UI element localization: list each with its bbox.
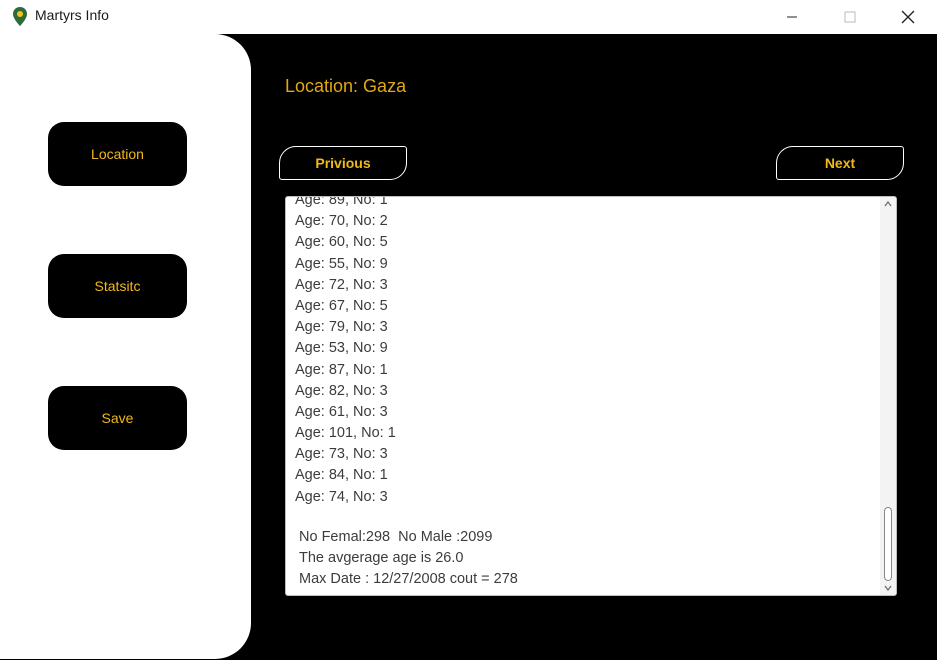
minimize-icon (787, 16, 797, 18)
age-list: Age: 89, No: 1 Age: 70, No: 2 Age: 60, N… (295, 197, 396, 508)
list-item: Age: 87, No: 1 (295, 361, 388, 378)
map-pin-icon (13, 7, 27, 26)
close-icon (901, 10, 915, 24)
next-button[interactable]: Next (776, 146, 904, 180)
list-item: Age: 73, No: 3 (295, 446, 388, 463)
main-content: Location Statsitc Save Location: Gaza Pr… (0, 34, 937, 660)
scroll-up-button[interactable] (880, 197, 896, 211)
gender-count-text: No Femal:298 No Male :2099 (299, 529, 493, 545)
close-button[interactable] (879, 0, 937, 34)
list-item: Age: 61, No: 3 (295, 403, 388, 420)
maximize-button[interactable] (821, 0, 879, 34)
list-item: Age: 53, No: 9 (295, 340, 388, 357)
maximize-icon (844, 11, 856, 23)
summary-block: No Femal:298 No Male :2099 The avgerage … (299, 527, 518, 591)
list-item: Age: 67, No: 5 (295, 297, 388, 314)
list-item: Age: 60, No: 5 (295, 234, 388, 251)
previous-button[interactable]: Privious (279, 146, 407, 180)
max-date-text: Max Date : 12/27/2008 cout = 278 (299, 571, 518, 588)
output-text-area[interactable]: Age: 89, No: 1 Age: 70, No: 2 Age: 60, N… (285, 196, 897, 596)
window-title: Martyrs Info (35, 7, 109, 23)
chevron-up-icon (884, 201, 892, 207)
minimize-button[interactable] (763, 0, 821, 34)
list-item: Age: 84, No: 1 (295, 467, 388, 484)
sidebar: Location Statsitc Save (0, 34, 251, 659)
list-item: Age: 79, No: 3 (295, 319, 388, 336)
list-item: Age: 89, No: 1 (295, 197, 388, 208)
title-bar: Martyrs Info (0, 0, 937, 34)
save-button[interactable]: Save (48, 386, 187, 450)
statistic-button[interactable]: Statsitc (48, 254, 187, 318)
list-item: Age: 82, No: 3 (295, 382, 388, 399)
scroll-down-button[interactable] (880, 581, 896, 595)
list-item: Age: 101, No: 1 (295, 425, 396, 442)
list-item: Age: 72, No: 3 (295, 276, 388, 293)
location-title: Location: Gaza (285, 76, 407, 96)
chevron-down-icon (884, 585, 892, 591)
vertical-scrollbar[interactable] (880, 197, 896, 595)
average-age-text: The avgerage age is 26.0 (299, 550, 464, 567)
list-item: Age: 55, No: 9 (295, 255, 388, 272)
list-item: Age: 70, No: 2 (295, 213, 388, 230)
location-button[interactable]: Location (48, 122, 187, 186)
text-scroll-region: Age: 89, No: 1 Age: 70, No: 2 Age: 60, N… (286, 197, 880, 595)
list-item: Age: 74, No: 3 (295, 488, 388, 505)
scroll-thumb[interactable] (884, 507, 892, 581)
